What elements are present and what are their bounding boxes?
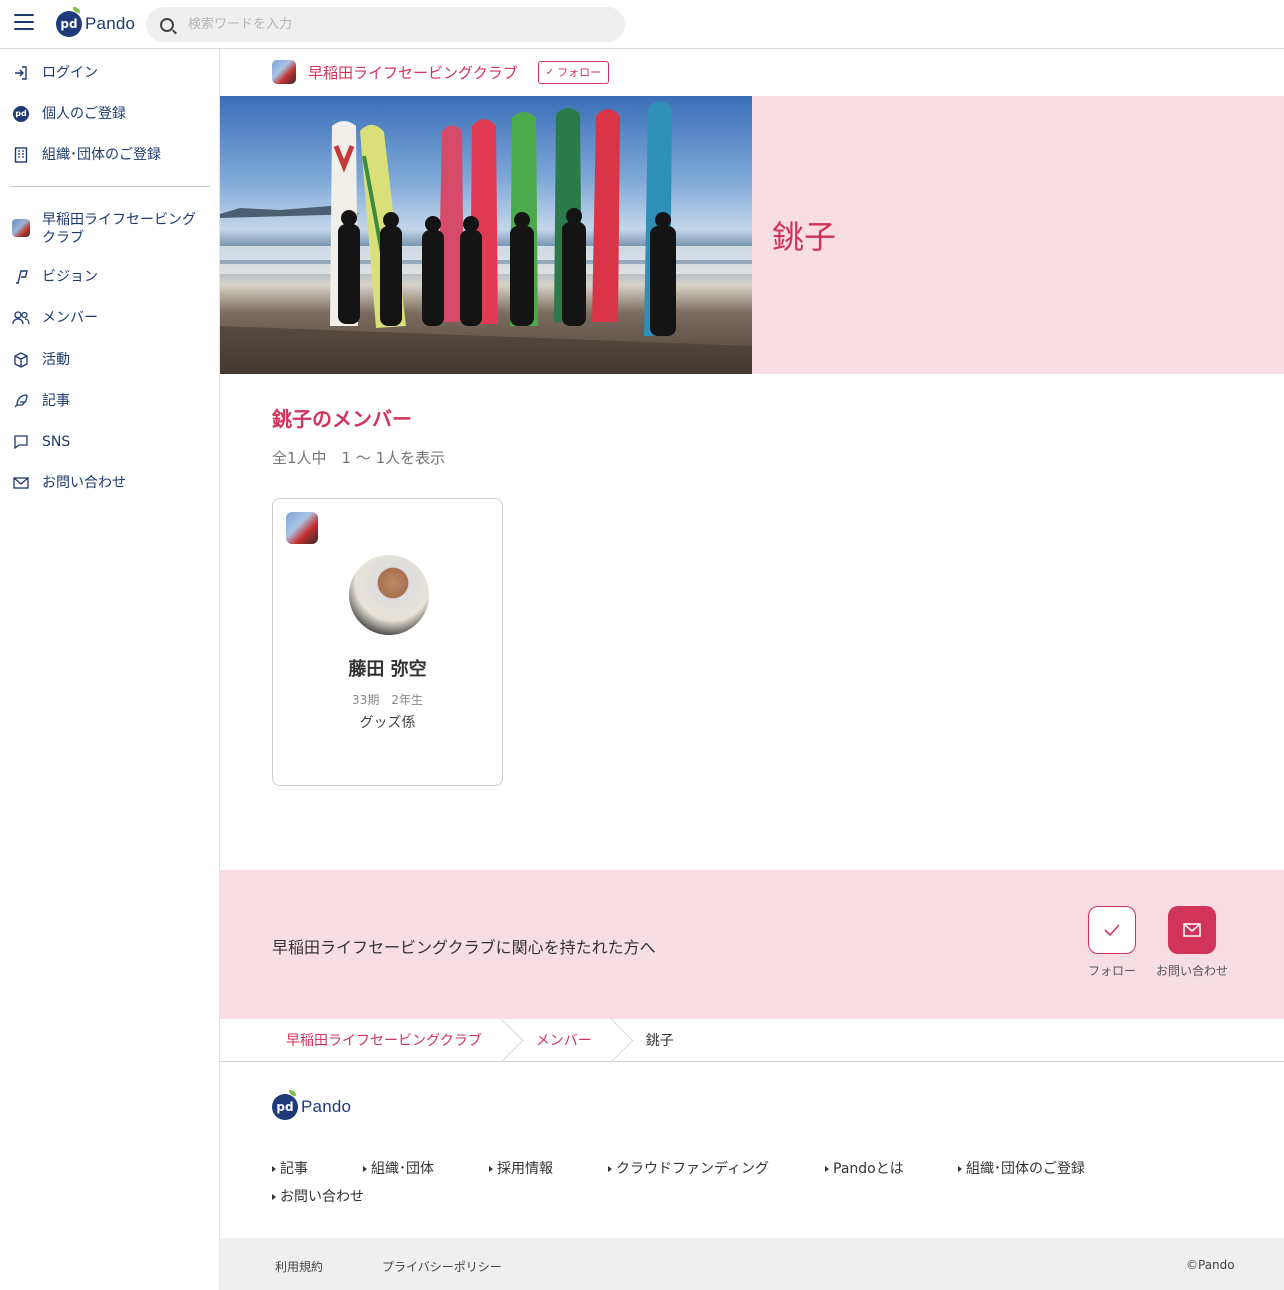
sidebar-item-label: 組織･団体のご登録 (42, 147, 161, 163)
sidebar-item-label: SNS (42, 434, 71, 450)
check-icon: ✓ (545, 66, 555, 78)
sidebar-item-sns[interactable]: SNS (12, 433, 70, 451)
pando-logo-mark: pd (56, 7, 82, 37)
sidebar-item-articles[interactable]: 記事 (12, 392, 70, 410)
footer-link-articles[interactable]: 記事 (272, 1158, 308, 1178)
pando-icon: pd (12, 105, 30, 123)
search-input[interactable] (188, 17, 588, 32)
breadcrumb-separator (502, 1019, 516, 1062)
hero-photo (220, 96, 752, 374)
vision-icon (12, 268, 30, 286)
sidebar-item-label: ログイン (42, 65, 98, 81)
member-role: グッズ係 (359, 715, 416, 731)
footer-link-crowdfunding[interactable]: クラウドファンディング (608, 1158, 769, 1178)
page-title: 銚子 (772, 218, 837, 256)
follow-button-label: フォロー (557, 66, 602, 79)
sidebar-item-vision[interactable]: ビジョン (12, 268, 98, 286)
sidebar-item-label: 活動 (42, 352, 70, 368)
pando-logo-mark: pd (272, 1090, 298, 1120)
sidebar-item-org[interactable]: 早稲田ライフセービングクラブ (12, 211, 212, 247)
chat-icon (12, 433, 30, 451)
sidebar-item-contact[interactable]: お問い合わせ (12, 474, 126, 492)
member-meta: 33期 2年生 (352, 693, 423, 707)
cta-follow-button[interactable] (1088, 906, 1136, 954)
breadcrumb: 早稲田ライフセービングクラブ メンバー 銚子 (220, 1019, 1284, 1062)
footer-link-recruit[interactable]: 採用情報 (489, 1158, 553, 1178)
members-section-title: 銚子のメンバー (272, 407, 412, 431)
footer-link-orgs[interactable]: 組織･団体 (363, 1158, 434, 1178)
sidebar-item-label: ビジョン (42, 269, 98, 285)
bottom-bar: 利用規約 プライバシーポリシー ©Pando (220, 1238, 1284, 1290)
copyright: ©Pando (1186, 1258, 1235, 1272)
mail-icon (1183, 923, 1201, 937)
hero-title-panel: 銚子 (752, 96, 1284, 374)
footer-link-org-register[interactable]: 組織･団体のご登録 (958, 1158, 1085, 1178)
sidebar-item-activities[interactable]: 活動 (12, 351, 70, 369)
top-header: pd Pando (0, 0, 1284, 49)
member-name: 藤田 弥空 (348, 659, 427, 680)
terms-link[interactable]: 利用規約 (275, 1258, 323, 1275)
sidebar-item-members[interactable]: メンバー (12, 309, 98, 327)
org-bar: 早稲田ライフセービングクラブ ✓ フォロー (272, 60, 610, 84)
cta-follow-label: フォロー (1087, 964, 1136, 978)
search-icon (160, 17, 174, 32)
cta-section: 早稲田ライフセービングクラブに関心を持たれた方へ フォロー お問い合わせ (220, 870, 1284, 1019)
org-name-link[interactable]: 早稲田ライフセービングクラブ (308, 62, 518, 83)
hamburger-menu-icon[interactable] (14, 14, 34, 30)
member-avatar (349, 555, 429, 635)
footer-logo[interactable]: pd Pando (272, 1090, 352, 1120)
check-icon (1104, 924, 1120, 937)
privacy-link[interactable]: プライバシーポリシー (382, 1258, 502, 1275)
sidebar-item-label: お問い合わせ (42, 475, 126, 491)
org-avatar[interactable] (272, 60, 296, 84)
members-icon (12, 309, 30, 327)
sidebar-item-label: 個人のご登録 (42, 106, 126, 122)
cta-text: 早稲田ライフセービングクラブに関心を持たれた方へ (272, 938, 656, 957)
footer-link-contact[interactable]: お問い合わせ (272, 1186, 364, 1206)
mail-icon (12, 474, 30, 492)
footer-link-about[interactable]: Pandoとは (825, 1158, 904, 1178)
search-bar (146, 7, 625, 42)
sidebar-divider (10, 186, 210, 187)
box-icon (12, 351, 30, 369)
feather-icon (12, 392, 30, 410)
sidebar: ログイン pd 個人のご登録 組織･団体のご登録 早稲田ライフセービングクラブ … (0, 49, 220, 1290)
pando-logo-text: Pando (85, 14, 136, 33)
breadcrumb-separator (612, 1019, 626, 1062)
breadcrumb-current: 銚子 (645, 1033, 674, 1049)
sidebar-item-personal-register[interactable]: pd 個人のご登録 (12, 105, 126, 123)
sidebar-item-login[interactable]: ログイン (12, 64, 98, 82)
org-avatar (286, 512, 318, 544)
sidebar-item-label: 記事 (42, 393, 70, 409)
sidebar-item-label: 早稲田ライフセービングクラブ (42, 212, 196, 246)
follow-button[interactable]: ✓ フォロー (537, 60, 610, 84)
sidebar-item-label: メンバー (42, 310, 98, 326)
cta-contact-button[interactable] (1168, 906, 1216, 954)
pando-logo[interactable]: pd Pando (56, 7, 136, 39)
login-icon (12, 64, 30, 82)
breadcrumb-item-org[interactable]: 早稲田ライフセービングクラブ (274, 1030, 494, 1050)
member-card[interactable]: 藤田 弥空 33期 2年生 グッズ係 (272, 498, 503, 786)
sidebar-item-org-register[interactable]: 組織･団体のご登録 (12, 146, 161, 164)
cta-contact-label: お問い合わせ (1155, 964, 1228, 978)
footer-logo-text: Pando (301, 1097, 352, 1116)
members-count: 全1人中 1 〜 1人を表示 (272, 449, 446, 467)
building-icon (12, 146, 30, 164)
org-avatar (12, 219, 30, 237)
